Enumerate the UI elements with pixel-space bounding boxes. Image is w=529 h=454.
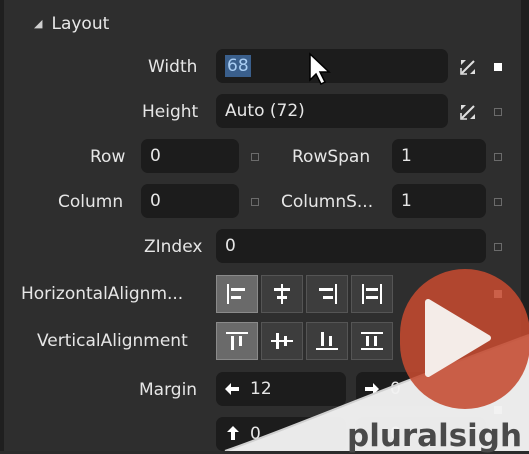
pluralsight-logo: pluralsigh	[347, 418, 523, 454]
play-icon	[425, 299, 491, 377]
